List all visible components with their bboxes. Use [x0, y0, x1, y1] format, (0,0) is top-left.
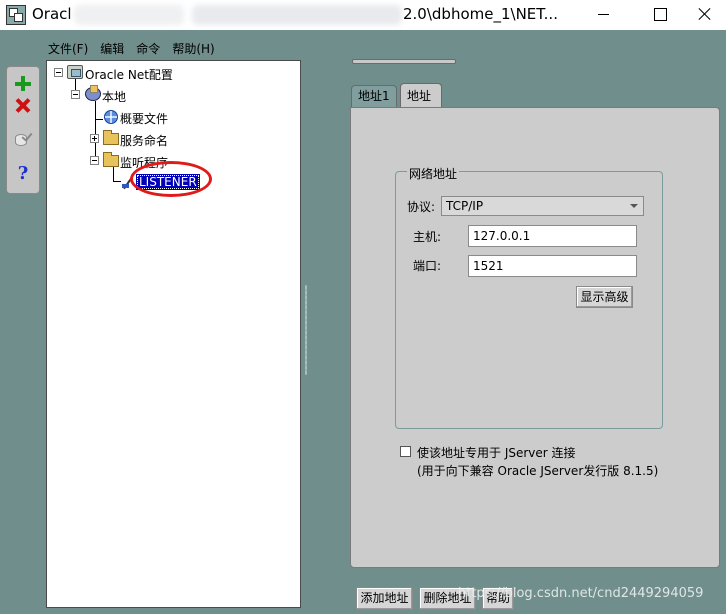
window-title-suffix: 2.0\dbhome_1\NET...: [403, 5, 558, 23]
menu-command[interactable]: 命令: [134, 40, 162, 58]
jserver-checkbox[interactable]: [400, 446, 411, 457]
network-config-icon: [67, 65, 83, 79]
tree-line: [113, 181, 121, 182]
port-label: 端口:: [413, 259, 442, 273]
panel-splitter[interactable]: [305, 285, 307, 375]
protocol-select[interactable]: TCP/IP: [441, 196, 644, 216]
minimize-button[interactable]: [580, 0, 626, 30]
expand-toggle[interactable]: [90, 134, 99, 143]
show-advanced-button[interactable]: 显示高级: [576, 286, 633, 308]
vertical-toolbar: ?: [6, 66, 40, 194]
highlight-circle: [130, 161, 212, 197]
menu-bar: 文件(F) 编辑 命令 帮助(H): [46, 40, 217, 58]
title-bar: Oracl 2.0\dbhome_1\NET...: [0, 0, 726, 30]
collapse-toggle[interactable]: [71, 90, 80, 99]
tab-address-2[interactable]: 地址2: [400, 83, 442, 127]
port-input[interactable]: 1521: [468, 255, 637, 277]
maximize-button[interactable]: [636, 0, 682, 30]
menu-file[interactable]: 文件(F): [46, 40, 90, 58]
address-panel: 网络地址 协议: TCP/IP 主机: 127.0.0.1 端口: 1521 显…: [350, 107, 720, 568]
collapse-toggle[interactable]: [90, 156, 99, 165]
help-icon[interactable]: ?: [12, 163, 34, 185]
app-icon: [6, 5, 26, 25]
collapse-toggle[interactable]: [54, 68, 63, 77]
local-host-icon: [85, 85, 101, 101]
group-title: 网络地址: [407, 165, 460, 182]
plus-icon[interactable]: [12, 73, 34, 95]
protocol-label: 协议:: [407, 200, 436, 214]
top-strip: [352, 59, 456, 64]
jserver-line-2: (用于向下兼容 Oracle JServer发行版 8.1.5): [417, 464, 659, 478]
protocol-value: TCP/IP: [446, 199, 484, 213]
tree-profile[interactable]: 概要文件: [120, 110, 168, 127]
check-icon: [21, 130, 33, 142]
watermark: https://blog.csdn.net/cnd2449294059: [458, 586, 704, 601]
redacted-title-part-1: [74, 5, 184, 25]
tree-root[interactable]: Oracle Net配置: [85, 66, 173, 83]
host-input[interactable]: 127.0.0.1: [468, 225, 637, 247]
jserver-text: 使该地址专用于 JServer 连接 (用于向下兼容 Oracle JServe…: [417, 444, 658, 480]
tree-line: [95, 101, 96, 119]
tab-address-1[interactable]: 地址1: [351, 85, 397, 108]
tree-line: [95, 119, 103, 120]
navigator-tree: Oracle Net配置 本地 概要文件 服务命名 监听程序 LISTENER: [46, 60, 301, 608]
close-button[interactable]: [682, 0, 726, 30]
menu-help[interactable]: 帮助(H): [170, 40, 216, 58]
tree-local[interactable]: 本地: [102, 88, 126, 105]
tree-service-naming[interactable]: 服务命名: [120, 132, 168, 149]
open-folder-icon: [103, 152, 119, 167]
globe-icon: [104, 110, 118, 124]
add-address-button[interactable]: 添加地址: [356, 587, 413, 610]
database-check-icon[interactable]: [12, 129, 34, 151]
host-label: 主机:: [413, 230, 442, 244]
redacted-title-part-2: [192, 5, 402, 25]
chevron-down-icon: [630, 204, 638, 208]
jserver-line-1: 使该地址专用于 JServer 连接: [417, 446, 576, 460]
menu-edit[interactable]: 编辑: [98, 40, 126, 58]
tree-line: [113, 167, 114, 181]
folder-icon: [103, 130, 119, 145]
x-icon[interactable]: [12, 95, 34, 117]
window-title-prefix: Oracl: [32, 5, 72, 23]
